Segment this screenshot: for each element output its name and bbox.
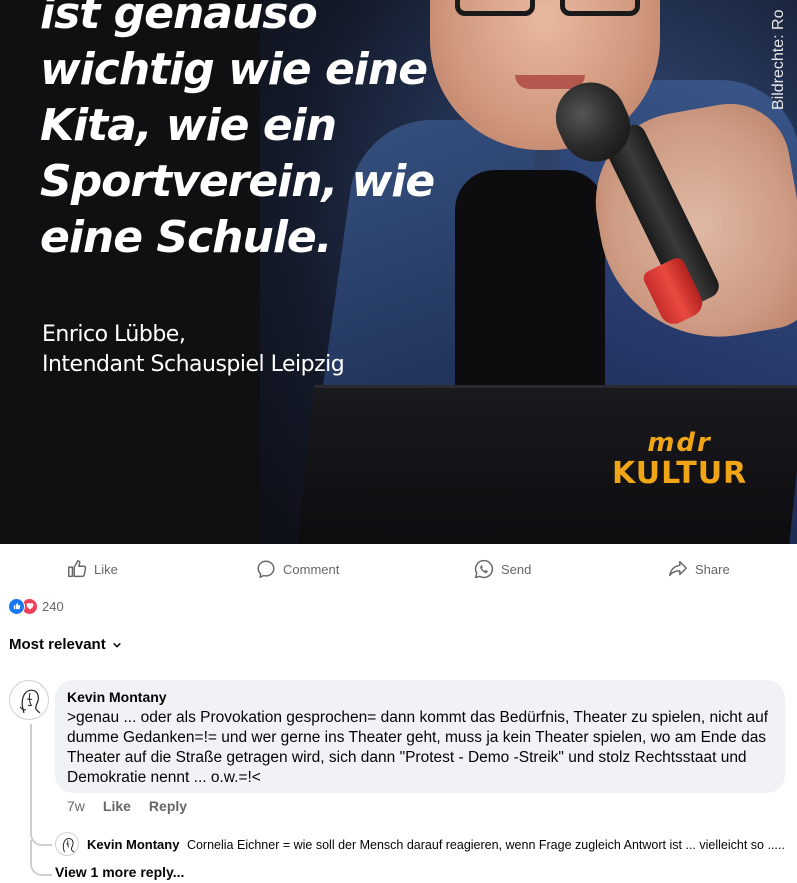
like-label: Like: [94, 561, 118, 577]
reaction-summary[interactable]: 240: [8, 597, 64, 615]
share-button[interactable]: Share: [667, 552, 730, 586]
comment-bubble-icon: [257, 560, 275, 578]
reply-avatar[interactable]: [55, 832, 79, 856]
like-icon: [8, 597, 25, 615]
comment-sort-dropdown[interactable]: Most relevant: [9, 636, 122, 653]
comment-text: >genau ... oder als Provokation gesproch…: [67, 709, 769, 786]
reply-text: Cornelia Eichner = wie soll der Mensch d…: [186, 838, 785, 852]
post-action-bar: Like Comment Send Share: [0, 552, 797, 586]
reply-preview[interactable]: Kevin Montany Cornelia Eichner = wie sol…: [87, 837, 792, 853]
comment-reply-button[interactable]: Reply: [149, 798, 187, 814]
quote-line: eine Schule.: [40, 212, 332, 263]
quote-line: wichtig wie eine: [40, 44, 428, 95]
sort-label: Most relevant: [9, 636, 106, 653]
logo-mark: mdr: [647, 428, 712, 458]
photo-glasses: [455, 0, 645, 20]
reaction-count: 240: [42, 598, 64, 614]
comment-like-button[interactable]: Like: [103, 798, 131, 814]
comment-author[interactable]: Kevin Montany: [67, 688, 773, 706]
chevron-down-icon: [113, 642, 121, 647]
whatsapp-icon: [474, 559, 494, 579]
reply-author[interactable]: Kevin Montany: [87, 837, 179, 852]
attribution-name: Enrico Lübbe,: [42, 322, 186, 347]
like-button[interactable]: Like: [66, 552, 118, 586]
comment-label: Comment: [283, 561, 340, 577]
thread-connector: [30, 840, 52, 876]
send-button[interactable]: Send: [473, 552, 531, 586]
quote-text: ist genauso wichtig wie eine Kita, wie e…: [40, 0, 440, 266]
view-more-replies-link[interactable]: View 1 more reply...: [55, 864, 184, 880]
comment-timestamp[interactable]: 7w: [67, 798, 85, 814]
thread-connector: [30, 724, 52, 846]
logo-text: KULTUR: [612, 456, 748, 491]
line-drawing-portrait-icon: [62, 838, 75, 853]
image-credit: Bildrechte: Ro: [770, 9, 787, 111]
line-drawing-portrait-icon: [19, 689, 41, 714]
commenter-avatar[interactable]: [9, 680, 49, 720]
thumbs-up-icon: [68, 560, 87, 578]
comment-bubble: Kevin Montany >genau ... oder als Provok…: [55, 680, 785, 793]
comment-button[interactable]: Comment: [255, 552, 339, 586]
quote-line: Kita, wie ein: [40, 100, 337, 151]
quote-line: Sportverein, wie: [40, 156, 435, 207]
comment-meta: 7w Like Reply: [67, 798, 187, 814]
post-image[interactable]: ist genauso wichtig wie eine Kita, wie e…: [0, 0, 797, 544]
share-label: Share: [695, 561, 730, 577]
mdr-kultur-logo: mdr KULTUR: [612, 430, 747, 492]
quote-line: ist genauso: [40, 0, 318, 39]
send-label: Send: [501, 561, 532, 577]
attribution-title: Intendant Schauspiel Leipzig: [42, 352, 345, 377]
quote-attribution: Enrico Lübbe, Intendant Schauspiel Leipz…: [42, 320, 345, 380]
share-arrow-icon: [669, 560, 687, 577]
